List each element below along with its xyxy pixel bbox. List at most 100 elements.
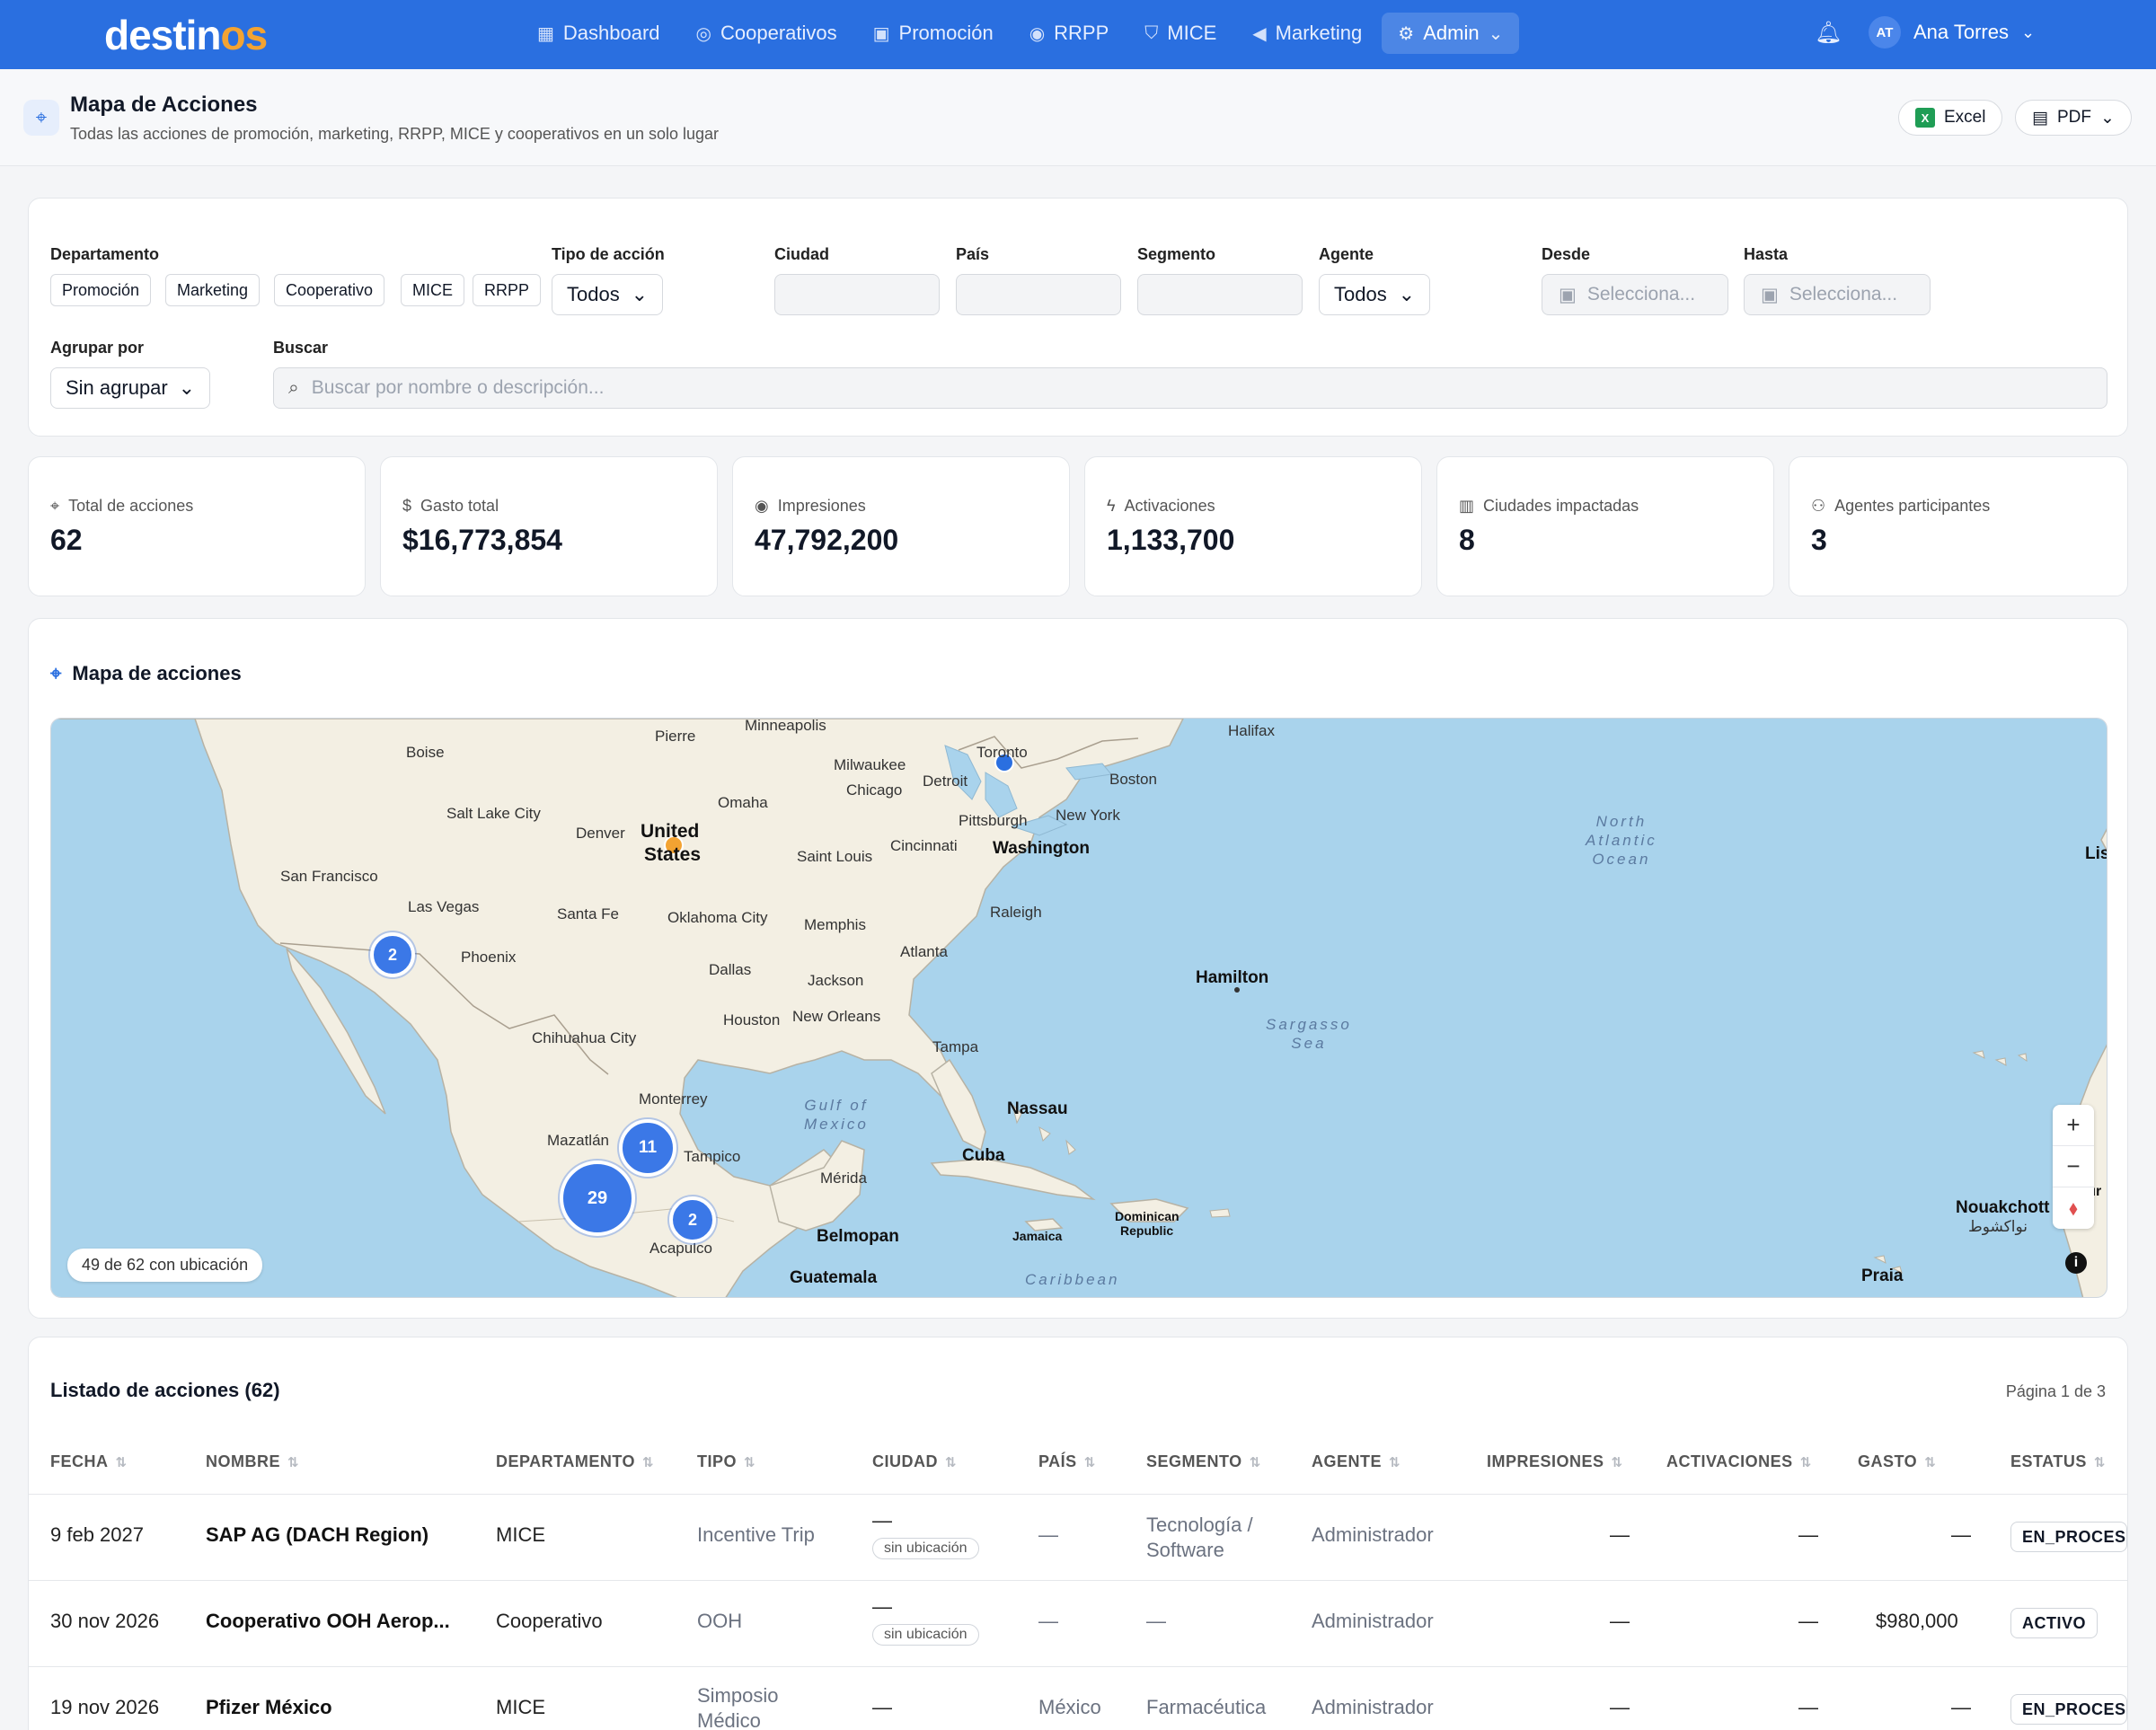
- map-label-caribbean: Caribbean: [1025, 1271, 1120, 1288]
- ciudad-input[interactable]: [774, 274, 940, 315]
- calendar-icon: ▣: [1761, 284, 1779, 305]
- chip-rrpp[interactable]: RRPP: [473, 274, 542, 306]
- nav-marketing[interactable]: ◀ Marketing: [1236, 13, 1378, 54]
- agente-select[interactable]: Todos ⌄: [1319, 274, 1430, 315]
- chip-mice[interactable]: MICE: [401, 274, 464, 306]
- sort-icon: ⇅: [1249, 1454, 1261, 1470]
- export-pdf-button[interactable]: ▤ PDF ⌄: [2015, 100, 2132, 136]
- bell-icon[interactable]: 🔔︎: [1815, 20, 1842, 46]
- gear-icon: ⚙: [1398, 23, 1415, 44]
- building-icon: ▥: [1459, 497, 1475, 515]
- col-tipo[interactable]: TIPO ⇅: [697, 1452, 755, 1471]
- user-menu[interactable]: AT Ana Torres ⌄: [1869, 16, 2035, 49]
- col-nombre[interactable]: NOMBRE ⇅: [206, 1452, 299, 1471]
- nav-mice[interactable]: ⛉ MICE: [1128, 13, 1233, 54]
- map-label-atlanta: Atlanta: [900, 943, 948, 960]
- handshake-icon: ⛉: [1144, 22, 1159, 43]
- calendar-icon: ▣: [872, 23, 890, 44]
- col-fecha[interactable]: FECHA ⇅: [50, 1452, 128, 1471]
- agrupar-select[interactable]: Sin agrupar ⌄: [50, 367, 210, 409]
- departamento-label: Departamento: [50, 245, 160, 263]
- status-badge: ACTIVO: [2010, 1608, 2099, 1638]
- sort-icon: ⇅: [945, 1454, 958, 1470]
- page-header: ⌖ Mapa de Acciones Todas las acciones de…: [0, 69, 2156, 166]
- table-row[interactable]: 9 feb 2027 SAP AG (DACH Region) MICE Inc…: [29, 1494, 2127, 1580]
- nav-rrpp[interactable]: ◉ RRPP: [1013, 13, 1126, 54]
- col-activaciones[interactable]: ACTIVACIONES ⇅: [1666, 1452, 1812, 1471]
- hasta-date-input[interactable]: ▣ Selecciona...: [1744, 274, 1931, 315]
- map-label-jamaica: Jamaica: [1012, 1229, 1063, 1243]
- pais-input[interactable]: [956, 274, 1121, 315]
- nav-cooperativos[interactable]: ◎ Cooperativos: [680, 13, 853, 54]
- map-label-lis: Lis: [2085, 844, 2107, 863]
- map-label-jackson: Jackson: [808, 972, 864, 989]
- col-gasto[interactable]: GASTO ⇅: [1858, 1452, 1936, 1471]
- zoom-in-button[interactable]: +: [2053, 1105, 2094, 1146]
- segmento-input[interactable]: [1137, 274, 1303, 315]
- document-icon: ▤: [2032, 108, 2048, 128]
- map-cluster[interactable]: 11: [619, 1119, 676, 1177]
- stat-total-acciones: ⌖ Total de acciones 62: [28, 456, 366, 596]
- search-input[interactable]: ⌕ Buscar por nombre o descripción...: [273, 367, 2107, 409]
- map-label-nouakchott: Nouakchott: [1956, 1198, 2050, 1217]
- user-circle-icon: ◉: [1029, 23, 1046, 44]
- map-cluster[interactable]: 2: [370, 932, 415, 977]
- chip-marketing[interactable]: Marketing: [165, 274, 261, 306]
- pais-label: País: [956, 245, 990, 263]
- map-label-washington: Washington: [993, 839, 1090, 858]
- chevron-down-icon: ⌄: [2099, 108, 2115, 128]
- chip-cooperativo[interactable]: Cooperativo: [274, 274, 385, 306]
- status-badge: EN_PROCESO: [2010, 1522, 2127, 1552]
- table-row[interactable]: 19 nov 2026 Pfizer México MICE Simposio M…: [29, 1666, 2127, 1730]
- no-location-badge: sin ubicación: [872, 1624, 979, 1646]
- col-estatus[interactable]: ESTATUS ⇅: [2010, 1452, 2106, 1471]
- pin-icon: ⌖: [50, 497, 60, 515]
- zoom-out-button[interactable]: −: [2053, 1146, 2094, 1187]
- stat-agentes: ⚇ Agentes participantes 3: [1789, 456, 2128, 596]
- compass-icon[interactable]: ⬧: [2053, 1187, 2094, 1229]
- col-agente[interactable]: AGENTE ⇅: [1312, 1452, 1401, 1471]
- main-nav: ▦ Dashboard ◎ Cooperativos ▣ Promoción ◉ RRP…: [521, 13, 1520, 54]
- list-title: Listado de acciones (62): [50, 1379, 280, 1401]
- map-canvas[interactable]: Minneapolis Pierre Boise Milwaukee Chica…: [50, 718, 2107, 1298]
- map-label-denver: Denver: [576, 825, 625, 842]
- col-segmento[interactable]: SEGMENTO ⇅: [1146, 1452, 1261, 1471]
- bolt-icon: ϟ: [1107, 497, 1116, 515]
- desde-date-input[interactable]: ▣ Selecciona...: [1542, 274, 1728, 315]
- map-label-dallas: Dallas: [709, 961, 752, 978]
- col-ciudad[interactable]: CIUDAD ⇅: [872, 1452, 957, 1471]
- stat-impresiones: ◉ Impresiones 47,792,200: [732, 456, 1070, 596]
- actions-list-panel: Listado de acciones (62) Página 1 de 3 F…: [28, 1337, 2128, 1730]
- map-label-guatemala: Guatemala: [790, 1268, 878, 1287]
- tipo-select[interactable]: Todos ⌄: [552, 274, 663, 315]
- sort-icon: ⇅: [287, 1454, 300, 1470]
- ciudad-label: Ciudad: [774, 245, 829, 263]
- map-cluster[interactable]: 29: [560, 1161, 635, 1236]
- brand-logo[interactable]: destinos: [104, 11, 268, 59]
- map-label-monterrey: Monterrey: [639, 1090, 708, 1108]
- map-label-belmopan: Belmopan: [817, 1227, 899, 1246]
- no-location-badge: sin ubicación: [872, 1538, 979, 1559]
- col-departamento[interactable]: DEPARTAMENTO ⇅: [496, 1452, 654, 1471]
- map-label-cuba: Cuba: [962, 1146, 1005, 1165]
- user-name: Ana Torres: [1913, 21, 2009, 43]
- nav-dashboard[interactable]: ▦ Dashboard: [521, 13, 676, 54]
- nav-promocion[interactable]: ▣ Promoción: [857, 13, 1010, 54]
- map-label-praia: Praia: [1861, 1267, 1904, 1285]
- chevron-down-icon: ⌄: [178, 376, 195, 399]
- map-label-dominican: Dominican: [1115, 1209, 1180, 1223]
- table-row[interactable]: 30 nov 2026 Cooperativo OOH Aerop... Coo…: [29, 1580, 2127, 1666]
- col-pais[interactable]: PAÍS ⇅: [1038, 1452, 1096, 1471]
- col-impresiones[interactable]: IMPRESIONES ⇅: [1487, 1452, 1623, 1471]
- chip-promocion[interactable]: Promoción: [50, 274, 152, 306]
- agrupar-label: Agrupar por: [50, 339, 145, 357]
- sort-icon: ⇅: [744, 1454, 756, 1470]
- chevron-down-icon: ⌄: [631, 283, 648, 305]
- info-icon[interactable]: i: [2065, 1252, 2087, 1274]
- nav-admin[interactable]: ⚙ Admin ⌄: [1382, 13, 1520, 54]
- map-label-neworleans: New Orleans: [792, 1008, 881, 1025]
- dollar-icon: $: [402, 497, 412, 515]
- map-cluster[interactable]: 2: [669, 1196, 716, 1243]
- stat-activaciones: ϟ Activaciones 1,133,700: [1084, 456, 1422, 596]
- export-excel-button[interactable]: X Excel: [1898, 100, 2003, 136]
